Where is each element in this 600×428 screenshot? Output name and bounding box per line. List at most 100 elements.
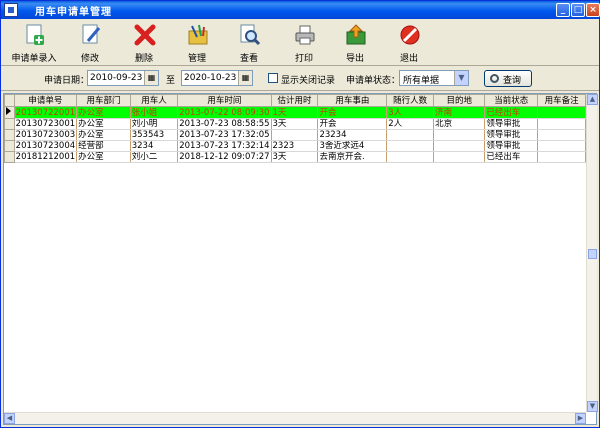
delete-button[interactable]: 删除: [116, 21, 172, 64]
cell[interactable]: 刘小二: [129, 151, 179, 163]
header-row: 申请单号 用车部门 用车人 用车时间 估计用时 用车事由 随行人数 目的地 当前…: [4, 94, 586, 107]
cell[interactable]: [433, 129, 486, 141]
table-row[interactable]: 20130723004 经营部 3234 2013-07-23 17:32:14…: [4, 140, 586, 152]
manage-button[interactable]: 管理: [169, 21, 225, 64]
cell[interactable]: 3天: [270, 118, 319, 130]
cell[interactable]: 20130723003: [13, 129, 78, 141]
cell[interactable]: 2人: [386, 118, 435, 130]
query-button[interactable]: 查询: [484, 70, 532, 87]
table-row[interactable]: 20130723003 办公室 353543 2013-07-23 17:32:…: [4, 129, 586, 141]
status-select[interactable]: 所有单据 ▼: [399, 70, 469, 86]
table-row[interactable]: 20130722001 办公室 张小姐 2013-07-22 08:09:30 …: [4, 106, 586, 119]
calendar-icon[interactable]: ▦: [238, 71, 252, 85]
delete-x-icon: [134, 24, 156, 46]
title-bar[interactable]: 用车申请单管理 _ □ ×: [1, 1, 600, 19]
vertical-scroll-thumb[interactable]: [588, 249, 597, 259]
cell[interactable]: [386, 140, 435, 152]
cell[interactable]: 20130723001: [13, 118, 78, 130]
show-closed-checkbox[interactable]: [268, 73, 278, 83]
cell[interactable]: [386, 151, 435, 163]
col-header[interactable]: 目的地: [433, 94, 486, 107]
cell[interactable]: 353543: [129, 129, 179, 141]
cell[interactable]: [537, 140, 586, 152]
scroll-left-icon[interactable]: ◀: [4, 413, 15, 424]
cell[interactable]: 2013-07-23 17:32:14: [177, 140, 272, 152]
chevron-down-icon[interactable]: ▼: [454, 71, 468, 85]
cell[interactable]: [386, 129, 435, 141]
scroll-down-icon[interactable]: ▼: [587, 401, 598, 412]
exit-icon: [400, 25, 420, 45]
vertical-scrollbar[interactable]: ▲ ▼: [586, 94, 598, 412]
cell[interactable]: 2013-07-23 08:58:55: [177, 118, 272, 130]
exit-button[interactable]: 退出: [381, 21, 437, 64]
close-button[interactable]: ×: [586, 3, 600, 17]
col-header[interactable]: 用车时间: [177, 94, 272, 107]
cell[interactable]: 办公室: [76, 151, 131, 163]
calendar-icon[interactable]: ▦: [144, 71, 158, 85]
cell[interactable]: 20181212001: [13, 151, 78, 163]
toolbar: 申请单录入 修改 删除 管理 查看 打印 导出 退出: [1, 19, 599, 66]
cell[interactable]: [270, 129, 319, 141]
cell[interactable]: 3234: [129, 140, 179, 152]
date-from-picker[interactable]: 2010-09-23 ▦: [87, 70, 159, 86]
cell[interactable]: [433, 140, 486, 152]
col-header[interactable]: 估计用时: [270, 94, 319, 107]
cell[interactable]: 已经出车: [484, 106, 539, 119]
scroll-right-icon[interactable]: ▶: [575, 413, 586, 424]
cell[interactable]: 领导审批: [484, 118, 539, 130]
cell[interactable]: [537, 106, 586, 119]
cell[interactable]: 办公室: [76, 129, 131, 141]
cell[interactable]: 1天: [270, 106, 319, 119]
cell[interactable]: 3人: [386, 106, 435, 119]
cell[interactable]: 刘小明: [129, 118, 179, 130]
cell[interactable]: [537, 129, 586, 141]
date-to-picker[interactable]: 2020-10-23 ▦: [181, 70, 253, 86]
row-indicator: [4, 140, 15, 152]
search-icon: [490, 74, 499, 83]
print-button[interactable]: 打印: [276, 21, 332, 64]
col-header[interactable]: 随行人数: [386, 94, 435, 107]
cell[interactable]: 开会: [317, 118, 388, 130]
cell[interactable]: 开会: [317, 106, 388, 119]
cell[interactable]: 北京: [433, 118, 486, 130]
cell[interactable]: 办公室: [76, 118, 131, 130]
cell[interactable]: 2323: [270, 140, 319, 152]
col-header[interactable]: 用车备注: [537, 94, 586, 107]
edit-button[interactable]: 修改: [62, 21, 118, 64]
date-to-value: 2020-10-23: [184, 73, 237, 83]
cell[interactable]: [537, 151, 586, 163]
cell[interactable]: [433, 151, 486, 163]
maximize-button[interactable]: □: [571, 3, 585, 17]
scroll-up-icon[interactable]: ▲: [587, 94, 598, 105]
col-header[interactable]: 用车事由: [317, 94, 388, 107]
col-header[interactable]: 当前状态: [484, 94, 539, 107]
table-row[interactable]: 20130723001 办公室 刘小明 2013-07-23 08:58:55 …: [4, 118, 586, 130]
cell[interactable]: 张小姐: [129, 106, 179, 119]
horizontal-scrollbar[interactable]: ◀ ▶: [4, 412, 586, 424]
cell[interactable]: 2013-07-23 17:32:05: [177, 129, 272, 141]
table-row[interactable]: 20181212001 办公室 刘小二 2018-12-12 09:07:27 …: [4, 151, 586, 163]
cell[interactable]: 20130723004: [13, 140, 78, 152]
col-header[interactable]: 用车人: [129, 94, 179, 107]
minimize-button[interactable]: _: [556, 3, 570, 17]
cell[interactable]: 领导审批: [484, 129, 539, 141]
cell[interactable]: 领导审批: [484, 140, 539, 152]
add-request-button[interactable]: 申请单录入: [6, 21, 62, 64]
cell[interactable]: 3天: [270, 151, 319, 163]
export-button[interactable]: 导出: [327, 21, 383, 64]
cell[interactable]: 去南京开会.: [317, 151, 388, 163]
cell[interactable]: [537, 118, 586, 130]
cell[interactable]: 3舍近求远4: [317, 140, 388, 152]
view-button[interactable]: 查看: [221, 21, 277, 64]
cell[interactable]: 办公室: [76, 106, 131, 119]
cell[interactable]: 2018-12-12 09:07:27: [177, 151, 272, 163]
col-header[interactable]: 申请单号: [13, 94, 78, 107]
filter-bar: 申请日期： 2010-09-23 ▦ 至 2020-10-23 ▦ 显示关闭记录…: [1, 67, 599, 91]
col-header[interactable]: 用车部门: [76, 94, 131, 107]
cell[interactable]: 2013-07-22 08:09:30: [177, 106, 272, 119]
cell[interactable]: 20130722001: [13, 106, 78, 119]
cell[interactable]: 经营部: [76, 140, 131, 152]
cell[interactable]: 已经出车: [484, 151, 539, 163]
cell[interactable]: 济南: [433, 106, 486, 119]
cell[interactable]: 23234: [317, 129, 388, 141]
